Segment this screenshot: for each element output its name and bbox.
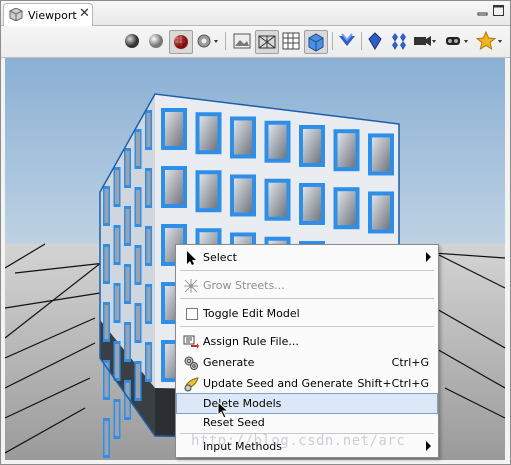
building-side-window-glass: [136, 132, 140, 166]
grid-icon[interactable]: [280, 30, 302, 52]
viewport-window: Viewport ✕ Select Grow Streets... Toggle…: [0, 0, 511, 465]
menu-item-label: Update Seed and Generate: [203, 377, 353, 390]
star-icon[interactable]: [476, 30, 504, 52]
camera-icon[interactable]: [412, 30, 436, 52]
building-window-glass: [234, 120, 252, 155]
bookmarks-icon[interactable]: [444, 30, 470, 52]
shade-light-sphere-icon[interactable]: [147, 30, 165, 52]
menu-item-generate[interactable]: Generate Ctrl+G: [177, 353, 437, 372]
menu-item-label: Select: [203, 251, 237, 264]
menu-item-reset-seed[interactable]: Reset Seed: [177, 413, 437, 432]
watermark: http://blog.csdn.net/arc: [191, 433, 406, 449]
shield-icon[interactable]: [337, 30, 357, 52]
rule-file-icon: [183, 335, 199, 349]
building-side-window-glass: [125, 267, 130, 301]
minimize-icon[interactable]: [477, 5, 488, 16]
lighting-settings-icon[interactable]: [195, 30, 219, 52]
tab-viewport[interactable]: Viewport ✕: [3, 3, 93, 26]
building-side-window-glass: [104, 247, 109, 281]
viewport-tab-icon: [9, 8, 23, 21]
building-side-window-glass: [115, 402, 119, 436]
building-window-glass: [199, 116, 218, 151]
building-window-glass: [337, 191, 356, 226]
building-side-window-glass: [104, 421, 109, 455]
building-side-window-glass: [146, 345, 151, 379]
menu-item-label: Reset Seed: [203, 416, 265, 429]
building-window-glass: [165, 112, 183, 146]
gears-icon: [184, 356, 198, 370]
building-window-glass: [303, 128, 321, 163]
menu-separator: [180, 270, 434, 271]
shade-dark-sphere-icon[interactable]: [123, 30, 141, 52]
building-side-window-glass: [104, 305, 109, 339]
grow-streets-icon: [184, 279, 198, 293]
tab-title: Viewport: [28, 9, 77, 22]
building-window-glass: [234, 178, 252, 213]
wireframe-image-icon[interactable]: [231, 30, 253, 52]
menu-item-delete-models[interactable]: Delete Models: [176, 393, 438, 414]
tab-bar: Viewport ✕: [1, 1, 510, 26]
seed-icon: [184, 377, 199, 392]
gem-icon[interactable]: [365, 30, 385, 52]
viewport-toolbar: [1, 26, 510, 58]
menu-item-select[interactable]: Select: [177, 248, 437, 267]
menu-item-grow-streets[interactable]: Grow Streets...: [177, 276, 437, 295]
building-side-window-glass: [146, 171, 151, 205]
menu-item-label: Assign Rule File...: [203, 335, 299, 348]
wireframe-toggle-icon[interactable]: [255, 30, 279, 54]
context-menu: Select Grow Streets... Toggle Edit Model…: [175, 244, 439, 458]
building-window-glass: [337, 133, 356, 168]
menu-item-shortcut: Shift+Ctrl+G: [357, 377, 429, 390]
toolbar-separator: [332, 32, 333, 50]
building-window-glass: [268, 182, 287, 217]
menu-item-toggle-edit-model[interactable]: Toggle Edit Model: [177, 304, 437, 323]
toolbar-separator: [225, 32, 226, 50]
building-side-window-glass: [125, 209, 130, 243]
menu-item-label: Delete Models: [203, 397, 282, 410]
checkbox[interactable]: [186, 308, 198, 320]
building-side-window-glass: [104, 189, 109, 223]
submenu-arrow-icon: [426, 252, 431, 262]
building-side-window-glass: [136, 248, 140, 282]
building-window-glass: [268, 124, 287, 159]
building-side-window-glass: [115, 170, 119, 204]
building-side-window-glass: [125, 151, 130, 185]
close-icon[interactable]: ✕: [79, 7, 90, 21]
building-side-window-glass: [136, 306, 140, 340]
building-side-window-glass: [146, 113, 151, 147]
building-window-glass: [165, 170, 183, 204]
menu-separator: [180, 326, 434, 327]
building-side-window-glass: [125, 325, 130, 359]
menu-item-update-seed-and-generate[interactable]: Update Seed and Generate Shift+Ctrl+G: [177, 374, 437, 393]
menu-separator: [180, 298, 434, 299]
model-cube-icon[interactable]: [304, 30, 328, 54]
multi-gem-icon[interactable]: [389, 30, 409, 52]
toolbar-separator: [361, 32, 362, 50]
mouse-cursor-icon: [217, 401, 230, 419]
building-side-window-glass: [115, 344, 119, 378]
menu-item-label: Grow Streets...: [203, 279, 285, 292]
menu-item-label: Toggle Edit Model: [203, 307, 300, 320]
building-window-glass: [303, 186, 321, 221]
menu-item-assign-rule-file[interactable]: Assign Rule File...: [177, 332, 437, 351]
building-window-glass: [372, 137, 390, 172]
maximize-icon[interactable]: [493, 5, 504, 16]
building-side-window-glass: [146, 229, 151, 263]
submenu-arrow-icon: [426, 441, 431, 451]
menu-item-shortcut: Ctrl+G: [391, 356, 429, 369]
building-side-window-glass: [115, 286, 119, 320]
building-side-window-glass: [136, 364, 140, 398]
cursor-arrow-icon: [187, 251, 196, 265]
building-window-glass: [199, 174, 218, 209]
menu-item-label: Generate: [203, 356, 255, 369]
building-side-window-glass: [146, 287, 151, 321]
building-side-window-glass: [136, 190, 140, 224]
building-window-glass: [372, 195, 390, 230]
building-side-window-glass: [115, 228, 119, 262]
textured-sphere-icon[interactable]: [169, 30, 193, 54]
